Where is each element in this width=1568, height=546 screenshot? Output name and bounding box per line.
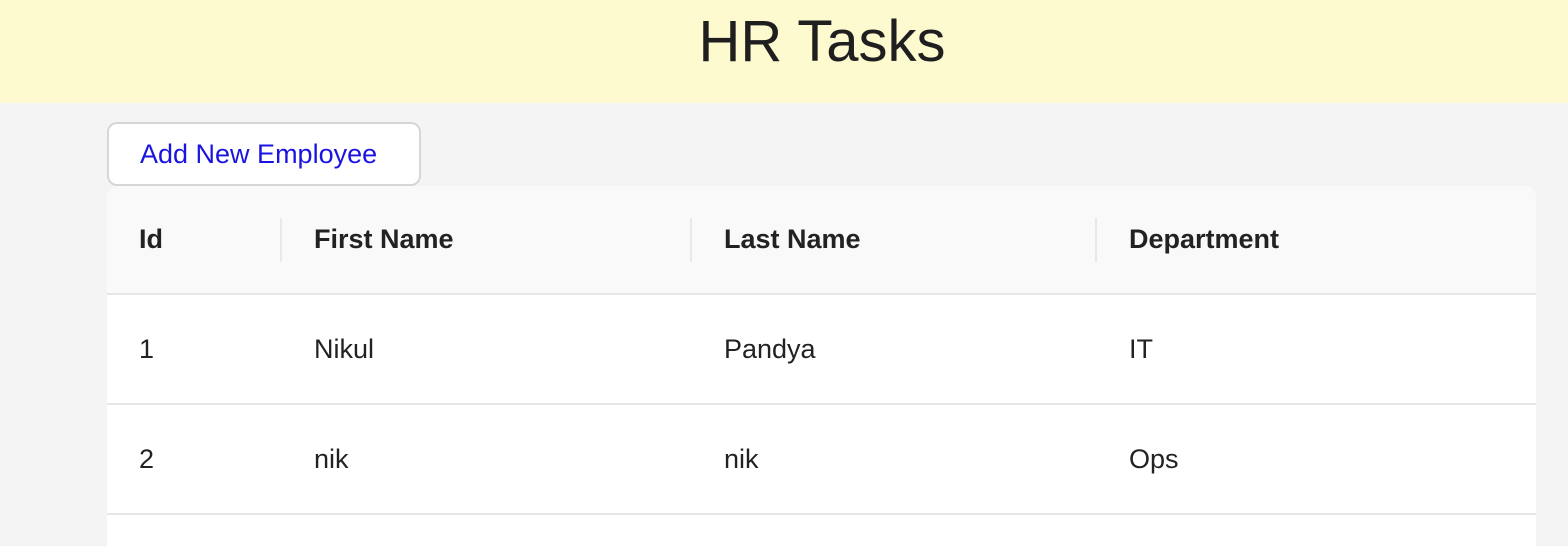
cell-id: 1 — [139, 333, 155, 364]
cell-id: 2 — [139, 443, 155, 474]
page-title: HR Tasks — [698, 9, 946, 74]
column-separator[interactable] — [280, 218, 282, 262]
page-header: HR Tasks — [0, 0, 1568, 103]
cell-department: Ops — [1129, 443, 1179, 474]
cell-department: IT — [1129, 333, 1153, 364]
add-new-employee-button[interactable]: Add New Employee — [107, 122, 421, 186]
cell-first-name: Nikul — [314, 333, 375, 364]
column-header-first-name[interactable]: First Name — [314, 186, 454, 293]
column-header-department[interactable]: Department — [1129, 186, 1279, 293]
table-row[interactable]: 2 nik nik Ops — [107, 405, 1536, 515]
cell-last-name: nik — [724, 443, 759, 474]
table-row[interactable]: 1 Nikul Pandya IT — [107, 295, 1536, 405]
column-separator[interactable] — [1095, 218, 1097, 262]
column-header-last-name[interactable]: Last Name — [724, 186, 861, 293]
employee-table: Id First Name Last Name Department 1 Nik… — [107, 186, 1536, 546]
column-separator[interactable] — [690, 218, 692, 262]
cell-last-name: Pandya — [724, 333, 816, 364]
cell-first-name: nik — [314, 443, 349, 474]
column-header-id[interactable]: Id — [139, 186, 163, 293]
table-header-row: Id First Name Last Name Department — [107, 186, 1536, 295]
